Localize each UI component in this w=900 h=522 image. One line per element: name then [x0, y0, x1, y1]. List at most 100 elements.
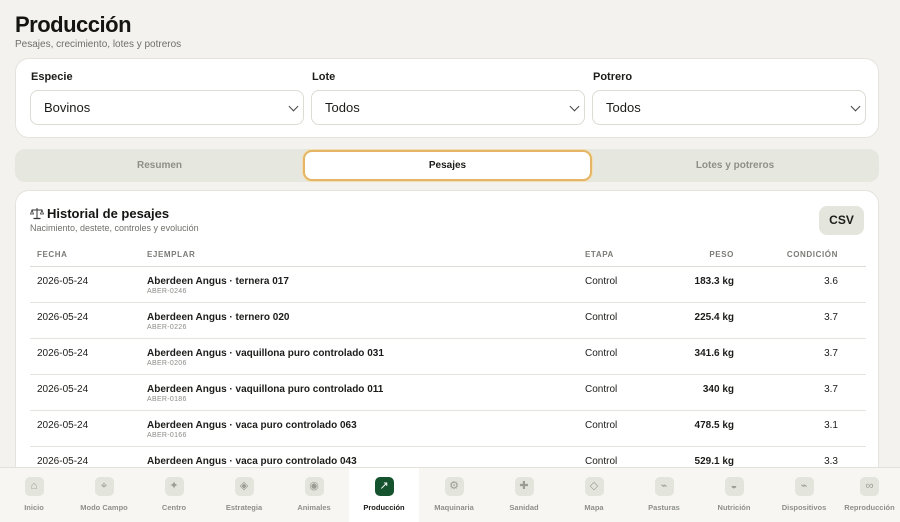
row-animal: Aberdeen Angus · ternero 020 — [147, 312, 290, 323]
table-row[interactable]: 2026-05-24 Aberdeen Angus · ternero 020 … — [30, 303, 866, 339]
lot-select[interactable]: Todos — [311, 90, 585, 125]
row-weight: 529.1 kg — [694, 456, 734, 467]
device-icon: ⌁ — [794, 477, 814, 496]
paddock-label: Potrero — [593, 71, 633, 83]
history-title: Historial de pesajes — [30, 206, 169, 221]
row-condition: 3.3 — [824, 456, 838, 467]
weighing-history-card: Historial de pesajes Nacimiento, destete… — [15, 190, 879, 510]
crosshair-icon: ⌖ — [94, 477, 114, 496]
nav-animales[interactable]: ◉ Animales — [279, 468, 349, 522]
col-condicion[interactable]: CONDICIÓN — [760, 250, 838, 259]
row-condition: 3.7 — [824, 348, 838, 359]
row-animal: Aberdeen Angus · vaca puro controlado 06… — [147, 420, 357, 431]
lot-filter: Lote Todos — [311, 71, 585, 125]
nav-inicio[interactable]: ⌂ Inicio — [0, 468, 69, 522]
lot-label: Lote — [312, 71, 336, 83]
nav-label: Dispositivos — [781, 503, 827, 512]
animal-icon: ◉ — [304, 477, 324, 496]
species-value: Bovinos — [44, 100, 91, 115]
nutrition-icon: ◒ — [724, 477, 744, 496]
row-animal-code: ABER-0166 — [147, 432, 187, 439]
filters-card: Especie Bovinos Lote Todos Potrero Todos — [15, 58, 879, 138]
home-icon: ⌂ — [24, 477, 44, 496]
row-stage: Control — [585, 276, 618, 287]
sparkle-icon: ✦ — [164, 477, 184, 496]
species-select[interactable]: Bovinos — [30, 90, 304, 125]
table-header: FECHA EJEMPLAR ETAPA PESO CONDICIÓN — [30, 245, 866, 267]
nav-reproduccion[interactable]: ∞ Reproducción — [839, 468, 900, 522]
chevron-down-icon — [569, 101, 580, 112]
row-condition: 3.1 — [824, 420, 838, 431]
infinity-icon: ∞ — [860, 477, 879, 496]
row-date: 2026-05-24 — [37, 348, 89, 359]
table-row[interactable]: 2026-05-24 Aberdeen Angus · vaquillona p… — [30, 339, 866, 375]
nav-label: Pasturas — [648, 503, 680, 512]
bottom-nav: ⌂ Inicio ⌖ Modo Campo ✦ Centro ◈ Estrate… — [0, 467, 900, 522]
row-stage: Control — [585, 384, 618, 395]
paddock-select[interactable]: Todos — [592, 90, 866, 125]
map-icon: ◇ — [584, 477, 604, 496]
table-row[interactable]: 2026-05-24 Aberdeen Angus · ternera 017 … — [30, 267, 866, 303]
row-animal: Aberdeen Angus · vaquillona puro control… — [147, 384, 384, 395]
paddock-filter: Potrero Todos — [592, 71, 866, 125]
paddock-value: Todos — [606, 100, 641, 115]
row-animal: Aberdeen Angus · ternera 017 — [147, 276, 289, 287]
nav-pasturas[interactable]: ⌁ Pasturas — [629, 468, 699, 522]
species-label: Especie — [31, 71, 73, 83]
row-date: 2026-05-24 — [37, 420, 89, 431]
row-condition: 3.6 — [824, 276, 838, 287]
nav-dispositivos[interactable]: ⌁ Dispositivos — [769, 468, 839, 522]
history-title-text: Historial de pesajes — [47, 206, 170, 221]
nav-sanidad[interactable]: ✚ Sanidad — [489, 468, 559, 522]
nav-label: Estrategia — [225, 503, 263, 512]
col-peso[interactable]: PESO — [670, 250, 734, 259]
health-cross-icon: ✚ — [514, 477, 534, 496]
nav-produccion[interactable]: ↗ Producción — [349, 468, 419, 522]
row-weight: 341.6 kg — [694, 348, 734, 359]
row-weight: 225.4 kg — [694, 312, 734, 323]
row-weight: 340 kg — [702, 384, 734, 395]
col-ejemplar[interactable]: EJEMPLAR — [147, 250, 195, 259]
row-date: 2026-05-24 — [37, 384, 89, 395]
nav-modo-campo[interactable]: ⌖ Modo Campo — [69, 468, 139, 522]
tab-lotes-potreros[interactable]: Lotes y potreros — [591, 149, 879, 182]
nav-estrategia[interactable]: ◈ Estrategia — [209, 468, 279, 522]
tab-pesajes[interactable]: Pesajes — [303, 150, 592, 181]
species-filter: Especie Bovinos — [30, 71, 304, 125]
row-date: 2026-05-24 — [37, 456, 89, 467]
page-subtitle: Pesajes, crecimiento, lotes y potreros — [15, 39, 182, 50]
col-etapa[interactable]: ETAPA — [585, 250, 614, 259]
row-weight: 478.5 kg — [694, 420, 734, 431]
nav-maquinaria[interactable]: ⚙ Maquinaria — [419, 468, 489, 522]
row-date: 2026-05-24 — [37, 312, 89, 323]
row-animal: Aberdeen Angus · vaca puro controlado 04… — [147, 456, 357, 467]
row-animal: Aberdeen Angus · vaquillona puro control… — [147, 348, 384, 359]
table-row[interactable]: 2026-05-24 Aberdeen Angus · vaquillona p… — [30, 375, 866, 411]
row-stage: Control — [585, 312, 618, 323]
nav-label: Producción — [363, 503, 405, 512]
nav-label: Animales — [297, 503, 331, 512]
row-animal-code: ABER-0206 — [147, 360, 187, 367]
row-weight: 183.3 kg — [694, 276, 734, 287]
csv-export-button[interactable]: CSV — [819, 206, 864, 235]
nav-mapa[interactable]: ◇ Mapa — [559, 468, 629, 522]
section-tabs: Resumen Pesajes Lotes y potreros — [15, 149, 879, 182]
col-fecha[interactable]: FECHA — [37, 250, 68, 259]
nav-label: Inicio — [24, 503, 44, 512]
grass-icon: ⌁ — [654, 477, 674, 496]
row-stage: Control — [585, 456, 618, 467]
nav-nutricion[interactable]: ◒ Nutrición — [699, 468, 769, 522]
row-stage: Control — [585, 420, 618, 431]
diamond-icon: ◈ — [234, 477, 254, 496]
nav-label: Nutrición — [717, 503, 751, 512]
history-subtitle: Nacimiento, destete, controles y evoluci… — [30, 223, 199, 233]
trend-arrow-icon: ↗ — [374, 477, 394, 496]
row-animal-code: ABER-0226 — [147, 324, 187, 331]
nav-centro[interactable]: ✦ Centro — [139, 468, 209, 522]
page-title: Producción — [15, 12, 132, 37]
table-row[interactable]: 2026-05-24 Aberdeen Angus · vaca puro co… — [30, 411, 866, 447]
nav-label: Sanidad — [509, 503, 539, 512]
row-animal-code: ABER-0246 — [147, 288, 187, 295]
tab-resumen[interactable]: Resumen — [15, 149, 304, 182]
lot-value: Todos — [325, 100, 360, 115]
